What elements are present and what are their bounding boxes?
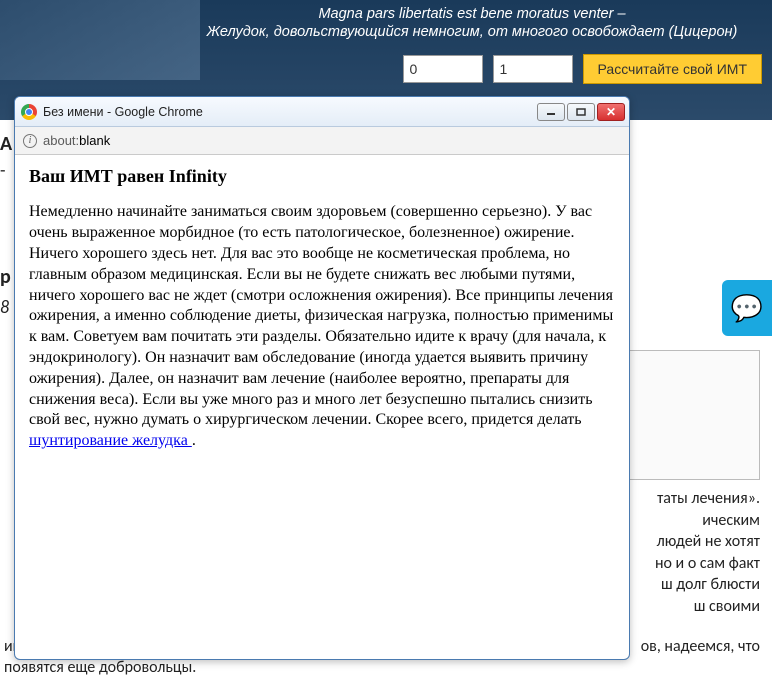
- bmi-calculate-button[interactable]: Рассчитайте свой ИМТ: [583, 54, 762, 84]
- url-protocol: about:: [43, 133, 79, 148]
- quote-russian: Желудок, довольствующийся немногим, от м…: [182, 24, 762, 40]
- quote-latin: Magna pars libertatis est bene moratus v…: [182, 6, 762, 22]
- gastric-bypass-link[interactable]: шунтирование желудка: [29, 432, 192, 449]
- window-titlebar[interactable]: Без имени - Google Chrome ✕: [15, 97, 629, 127]
- bmi-input-1[interactable]: [403, 55, 483, 83]
- url-path: blank: [79, 133, 110, 148]
- bmi-calculator-row: Рассчитайте свой ИМТ: [182, 54, 762, 84]
- site-info-icon[interactable]: i: [23, 134, 37, 148]
- minimize-button[interactable]: [537, 103, 565, 121]
- sidebar-box: [620, 350, 760, 480]
- chat-icon: 💬: [731, 293, 763, 324]
- clipped-side-text: A - р 8: [0, 130, 12, 320]
- address-bar[interactable]: i about:blank: [15, 127, 629, 155]
- minimize-icon: [546, 108, 556, 116]
- close-button[interactable]: ✕: [597, 103, 625, 121]
- window-title: Без имени - Google Chrome: [43, 105, 203, 119]
- close-icon: ✕: [606, 105, 616, 119]
- bmi-result-heading: Ваш ИМТ равен Infinity: [29, 165, 615, 188]
- chat-fab[interactable]: 💬: [722, 280, 772, 336]
- popup-content: Ваш ИМТ равен Infinity Немедленно начина…: [15, 155, 629, 659]
- bmi-result-paragraph: Немедленно начинайте заниматься своим зд…: [29, 202, 615, 452]
- chrome-icon: [21, 104, 37, 120]
- header-photo: [0, 0, 200, 80]
- popup-window: Без имени - Google Chrome ✕ i about:blan…: [14, 96, 630, 660]
- maximize-icon: [576, 108, 586, 116]
- header-content: Magna pars libertatis est bene moratus v…: [182, 0, 762, 84]
- bmi-input-2[interactable]: [493, 55, 573, 83]
- maximize-button[interactable]: [567, 103, 595, 121]
